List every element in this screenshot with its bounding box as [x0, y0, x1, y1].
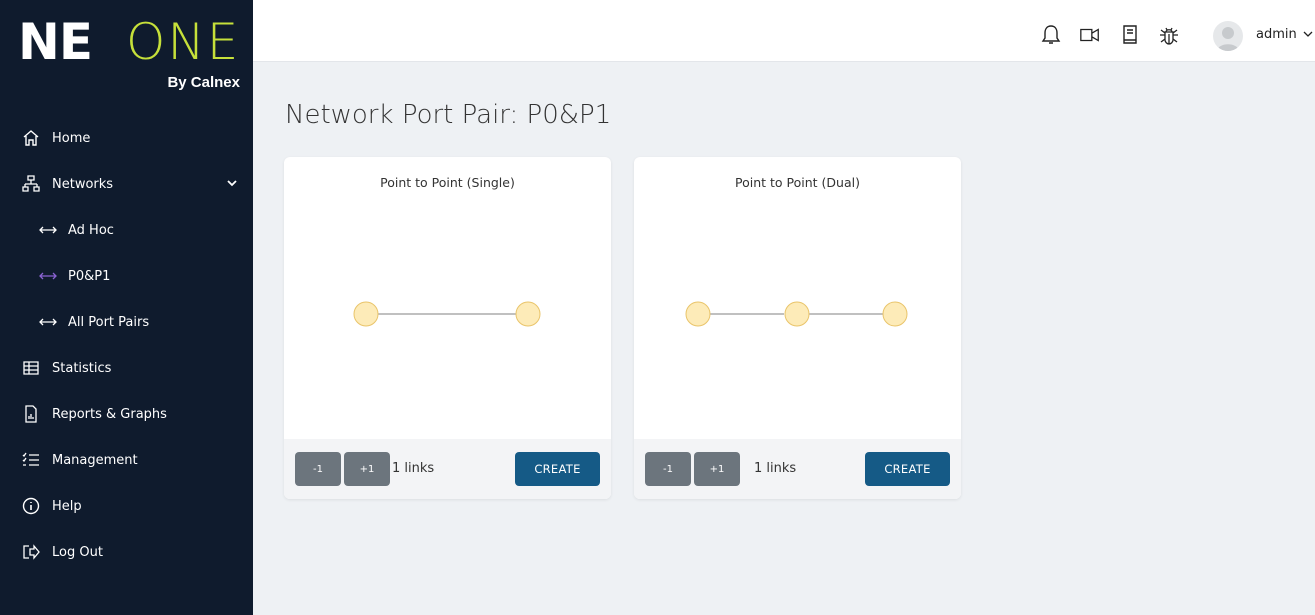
- card-title: Point to Point (Single): [380, 175, 515, 190]
- topology-diagram: [685, 301, 908, 327]
- node-circle[interactable]: [882, 301, 908, 327]
- node-circle[interactable]: [685, 301, 711, 327]
- link-count: 1 links: [392, 461, 435, 476]
- sidebar-item-reports[interactable]: Reports & Graphs: [0, 391, 253, 437]
- card-footer: -1 +1 1 links CREATE: [284, 439, 611, 499]
- report-icon: [22, 405, 40, 423]
- decrement-links-button[interactable]: -1: [295, 452, 341, 486]
- sidebar-item-ad-hoc[interactable]: Ad Hoc: [0, 207, 253, 253]
- book-icon[interactable]: [1119, 24, 1141, 46]
- sidebar-item-label: Log Out: [52, 544, 103, 560]
- sidebar-item-label: Help: [52, 498, 82, 514]
- neone-logo[interactable]: NE ONE By Calnex: [14, 10, 246, 102]
- video-icon[interactable]: [1079, 24, 1101, 46]
- table-icon: [22, 359, 40, 377]
- sidebar-item-logout[interactable]: Log Out: [0, 529, 253, 575]
- increment-links-button[interactable]: +1: [694, 452, 740, 486]
- sidebar-item-label: Statistics: [52, 360, 112, 376]
- logo-tagline: By Calnex: [167, 74, 240, 91]
- sidebar-item-networks[interactable]: Networks: [0, 161, 253, 207]
- sidebar-item-label: Home: [52, 130, 91, 146]
- sidebar-item-all-port-pairs[interactable]: All Port Pairs: [0, 299, 253, 345]
- sidebar-item-label: All Port Pairs: [68, 314, 150, 330]
- sidebar-item-label: Networks: [52, 176, 114, 192]
- sidebar-item-label: Ad Hoc: [68, 222, 114, 238]
- chevron-down-icon[interactable]: [225, 176, 239, 190]
- sidebar-item-p0p1[interactable]: P0&P1: [0, 253, 253, 299]
- logo-ne-text: NE: [18, 13, 93, 71]
- increment-links-button[interactable]: +1: [344, 452, 390, 486]
- card-footer: -1 +1 1 links CREATE: [634, 439, 961, 499]
- logout-icon: [22, 543, 40, 561]
- sidebar: NE ONE By Calnex Home Networks Ad Hoc P0…: [0, 0, 253, 615]
- page-title: Network Port Pair: P0&P1: [285, 100, 612, 130]
- arrows-icon: [38, 267, 58, 285]
- bug-icon[interactable]: [1158, 24, 1180, 46]
- topology-card-dual[interactable]: Point to Point (Dual) -1 +1 1 links CREA…: [634, 157, 961, 499]
- list-icon: [22, 451, 40, 469]
- username: admin: [1256, 27, 1297, 42]
- sidebar-item-management[interactable]: Management: [0, 437, 253, 483]
- sidebar-item-statistics[interactable]: Statistics: [0, 345, 253, 391]
- node-circle[interactable]: [515, 301, 541, 327]
- node-circle[interactable]: [784, 301, 810, 327]
- logo-one-text: ONE: [126, 13, 241, 71]
- network-icon: [22, 175, 40, 193]
- home-icon: [22, 129, 40, 147]
- topology-diagram: [353, 301, 541, 327]
- decrement-links-button[interactable]: -1: [645, 452, 691, 486]
- sidebar-item-label: Reports & Graphs: [52, 406, 167, 422]
- avatar[interactable]: [1213, 21, 1243, 51]
- node-circle[interactable]: [353, 301, 379, 327]
- card-title: Point to Point (Dual): [735, 175, 860, 190]
- sidebar-item-home[interactable]: Home: [0, 115, 253, 161]
- create-button[interactable]: CREATE: [865, 452, 950, 486]
- info-icon: [22, 497, 40, 515]
- bell-icon[interactable]: [1040, 24, 1062, 46]
- topology-card-single[interactable]: Point to Point (Single) -1 +1 1 links CR…: [284, 157, 611, 499]
- top-bar: admin: [253, 0, 1315, 62]
- user-menu[interactable]: admin: [1256, 27, 1313, 42]
- sidebar-item-help[interactable]: Help: [0, 483, 253, 529]
- sidebar-item-label: Management: [52, 452, 138, 468]
- chevron-down-icon: [1303, 31, 1313, 37]
- create-button[interactable]: CREATE: [515, 452, 600, 486]
- arrows-icon: [38, 221, 58, 239]
- arrows-icon: [38, 313, 58, 331]
- link-count: 1 links: [754, 461, 797, 476]
- sidebar-item-label: P0&P1: [68, 268, 111, 284]
- sidebar-nav: Home Networks Ad Hoc P0&P1 All Port Pair…: [0, 115, 253, 575]
